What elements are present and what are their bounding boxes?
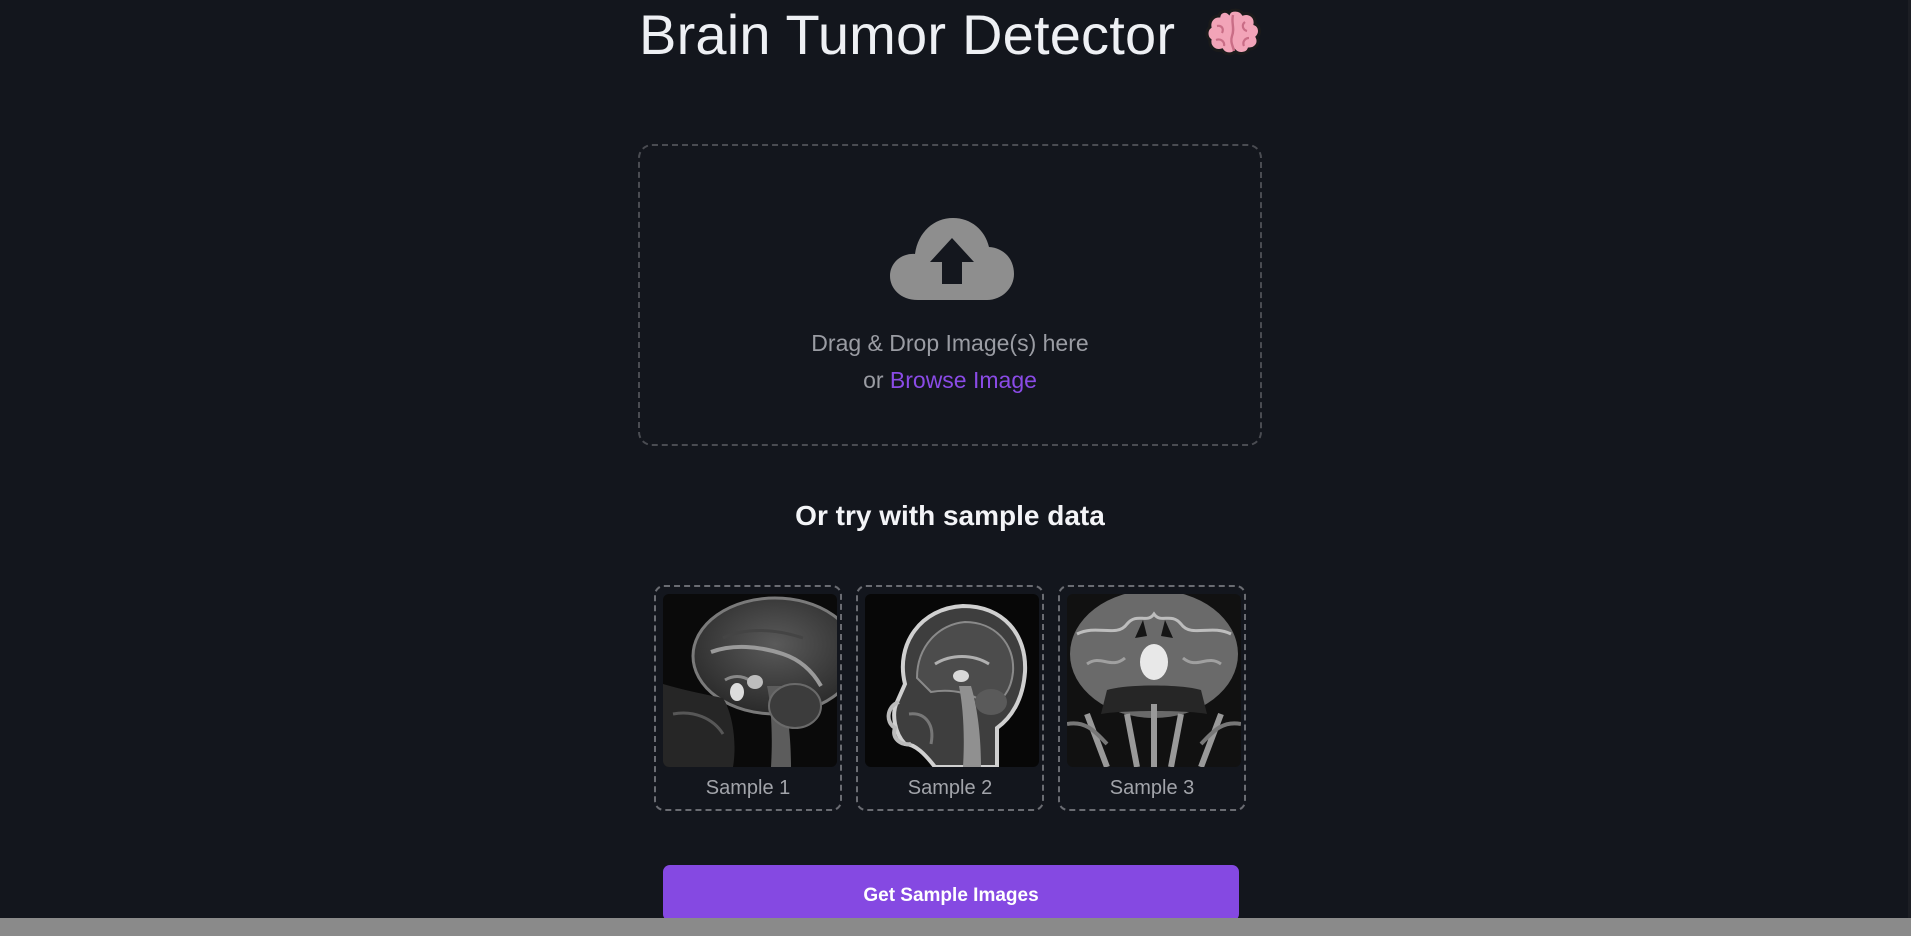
sample-gallery: Sample 1 Sample 2 Sample 3	[654, 585, 1246, 811]
sample-2-label: Sample 2	[907, 777, 993, 799]
horizontal-scrollbar[interactable]	[0, 918, 1911, 936]
sample-2-image	[865, 594, 1039, 767]
get-sample-images-button[interactable]: Get Sample Images	[663, 865, 1239, 921]
sample-3-image	[1067, 594, 1241, 767]
page-title-text: Brain Tumor Detector	[639, 3, 1176, 66]
browse-image-link[interactable]: Browse Image	[890, 367, 1037, 393]
upload-dropzone[interactable]: Drag & Drop Image(s) here or Browse Imag…	[638, 144, 1262, 446]
brain-icon	[1205, 6, 1261, 71]
or-text: or	[863, 367, 884, 393]
sample-card-1[interactable]: Sample 1	[654, 585, 842, 811]
cloud-upload-icon	[890, 218, 1014, 300]
sample-card-3[interactable]: Sample 3	[1058, 585, 1246, 811]
sample-card-2[interactable]: Sample 2	[856, 585, 1044, 811]
sample-1-label: Sample 1	[705, 777, 791, 799]
browse-line: or Browse Image	[640, 367, 1260, 394]
sample-3-label: Sample 3	[1109, 777, 1195, 799]
page: Brain Tumor Detector Drag & Drop Image(s…	[0, 0, 1911, 936]
sample-1-image	[663, 594, 837, 767]
sample-data-heading: Or try with sample data	[795, 500, 1105, 531]
drag-drop-text: Drag & Drop Image(s) here	[811, 330, 1089, 356]
page-title: Brain Tumor Detector	[0, 2, 1900, 71]
